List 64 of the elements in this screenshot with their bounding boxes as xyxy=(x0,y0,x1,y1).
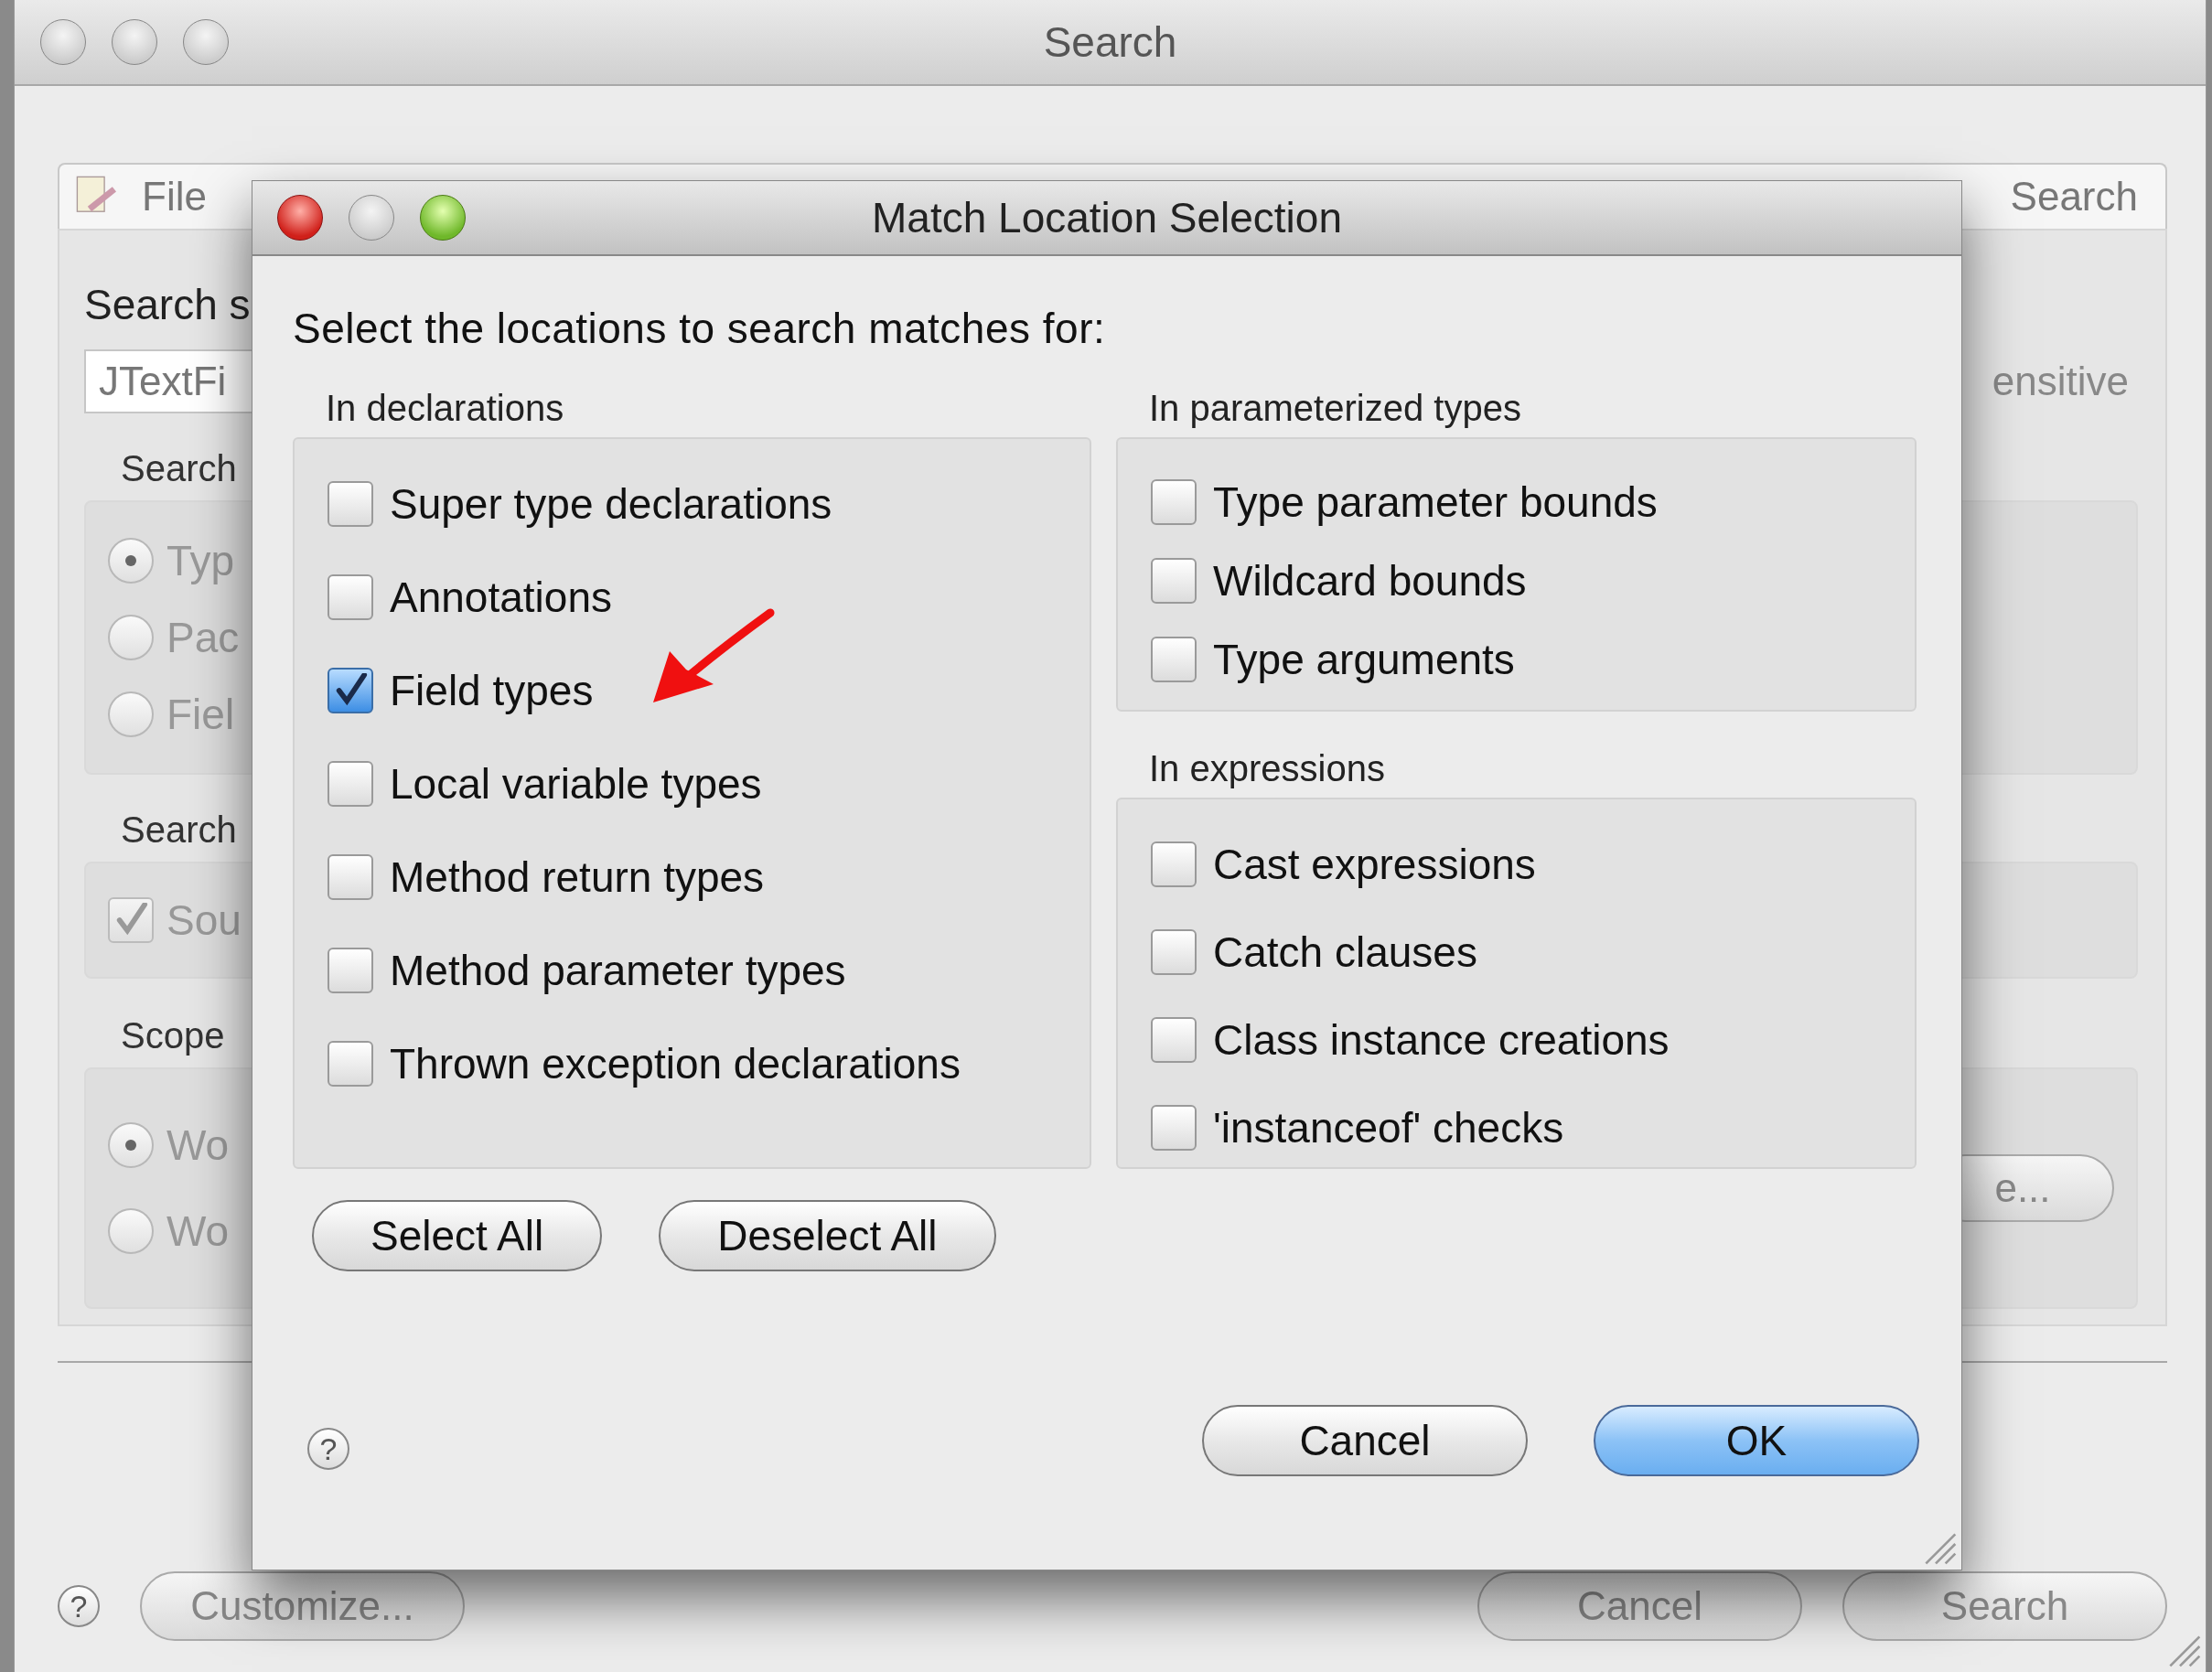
radio-button[interactable] xyxy=(108,1208,154,1254)
dialog-title: Match Location Selection xyxy=(872,193,1342,242)
checkbox-label: Wildcard bounds xyxy=(1213,556,1527,606)
checkbox-label: Field types xyxy=(390,666,594,715)
ok-button[interactable]: OK xyxy=(1594,1405,1919,1476)
checkbox-label: Annotations xyxy=(390,573,612,622)
close-button[interactable] xyxy=(277,195,323,241)
checkbox[interactable] xyxy=(1151,637,1197,682)
radio-button[interactable] xyxy=(108,691,154,737)
cancel-button[interactable]: Cancel xyxy=(1202,1405,1528,1476)
zoom-button[interactable] xyxy=(420,195,466,241)
help-icon[interactable]: ? xyxy=(307,1428,349,1470)
checkbox[interactable] xyxy=(1151,841,1197,887)
tab[interactable]: File xyxy=(59,165,234,229)
checkbox-label: Local variable types xyxy=(390,759,762,809)
radio-button[interactable] xyxy=(108,538,154,584)
instruction-text: Select the locations to search matches for: xyxy=(293,304,1107,353)
field-label: Search s xyxy=(84,280,251,329)
minimize-button[interactable] xyxy=(112,19,157,65)
checkbox[interactable] xyxy=(1151,1017,1197,1063)
checkbox[interactable] xyxy=(1151,1105,1197,1151)
group-label: Scope xyxy=(121,1015,225,1056)
checkbox-label: Cast expressions xyxy=(1213,840,1536,889)
checkbox[interactable] xyxy=(108,897,154,943)
group-label: In parameterized types xyxy=(1149,388,1522,430)
group-label: Search xyxy=(121,448,237,489)
group-label: In expressions xyxy=(1149,748,1386,790)
checkbox[interactable] xyxy=(328,481,373,527)
checkbox-label: 'instanceof' checks xyxy=(1213,1103,1564,1152)
checkbox[interactable] xyxy=(328,854,373,900)
checkbox[interactable] xyxy=(328,948,373,993)
checkbox[interactable] xyxy=(328,761,373,807)
option-label: Sou xyxy=(166,895,242,945)
checkbox[interactable] xyxy=(1151,558,1197,604)
option-label: Wo xyxy=(166,1120,230,1170)
option-label: Typ xyxy=(166,536,235,585)
button[interactable]: Deselect All xyxy=(659,1200,996,1271)
checkbox-label: Type arguments xyxy=(1213,635,1515,684)
group-label: Search xyxy=(121,809,237,851)
option-label: Pac xyxy=(166,613,240,662)
checkbox-label: Thrown exception declarations xyxy=(390,1039,961,1088)
minimize-button[interactable] xyxy=(349,195,394,241)
checkbox[interactable] xyxy=(328,1041,373,1087)
checkbox[interactable] xyxy=(328,574,373,620)
checkbox[interactable] xyxy=(328,668,373,713)
zoom-button[interactable] xyxy=(183,19,229,65)
button[interactable]: Select All xyxy=(312,1200,603,1271)
group-label: In declarations xyxy=(326,388,565,430)
radio-button[interactable] xyxy=(108,615,154,660)
option-label: ensitive xyxy=(1992,359,2130,404)
checkbox[interactable] xyxy=(1151,929,1197,975)
window-title: Search xyxy=(1043,17,1177,67)
checkbox-label: Method parameter types xyxy=(390,946,846,995)
checkbox-label: Type parameter bounds xyxy=(1213,477,1658,527)
checkbox[interactable] xyxy=(1151,479,1197,525)
help-icon[interactable]: ? xyxy=(58,1585,100,1627)
checkbox-label: Method return types xyxy=(390,852,765,902)
checkbox-label: Class instance creations xyxy=(1213,1015,1670,1065)
checkbox-label: Super type declarations xyxy=(390,479,832,529)
option-label: Fiel xyxy=(166,690,235,739)
option-label: Wo xyxy=(166,1206,230,1256)
radio-button[interactable] xyxy=(108,1122,154,1168)
tab[interactable]: Search xyxy=(1997,165,2165,229)
checkbox-label: Catch clauses xyxy=(1213,927,1477,977)
